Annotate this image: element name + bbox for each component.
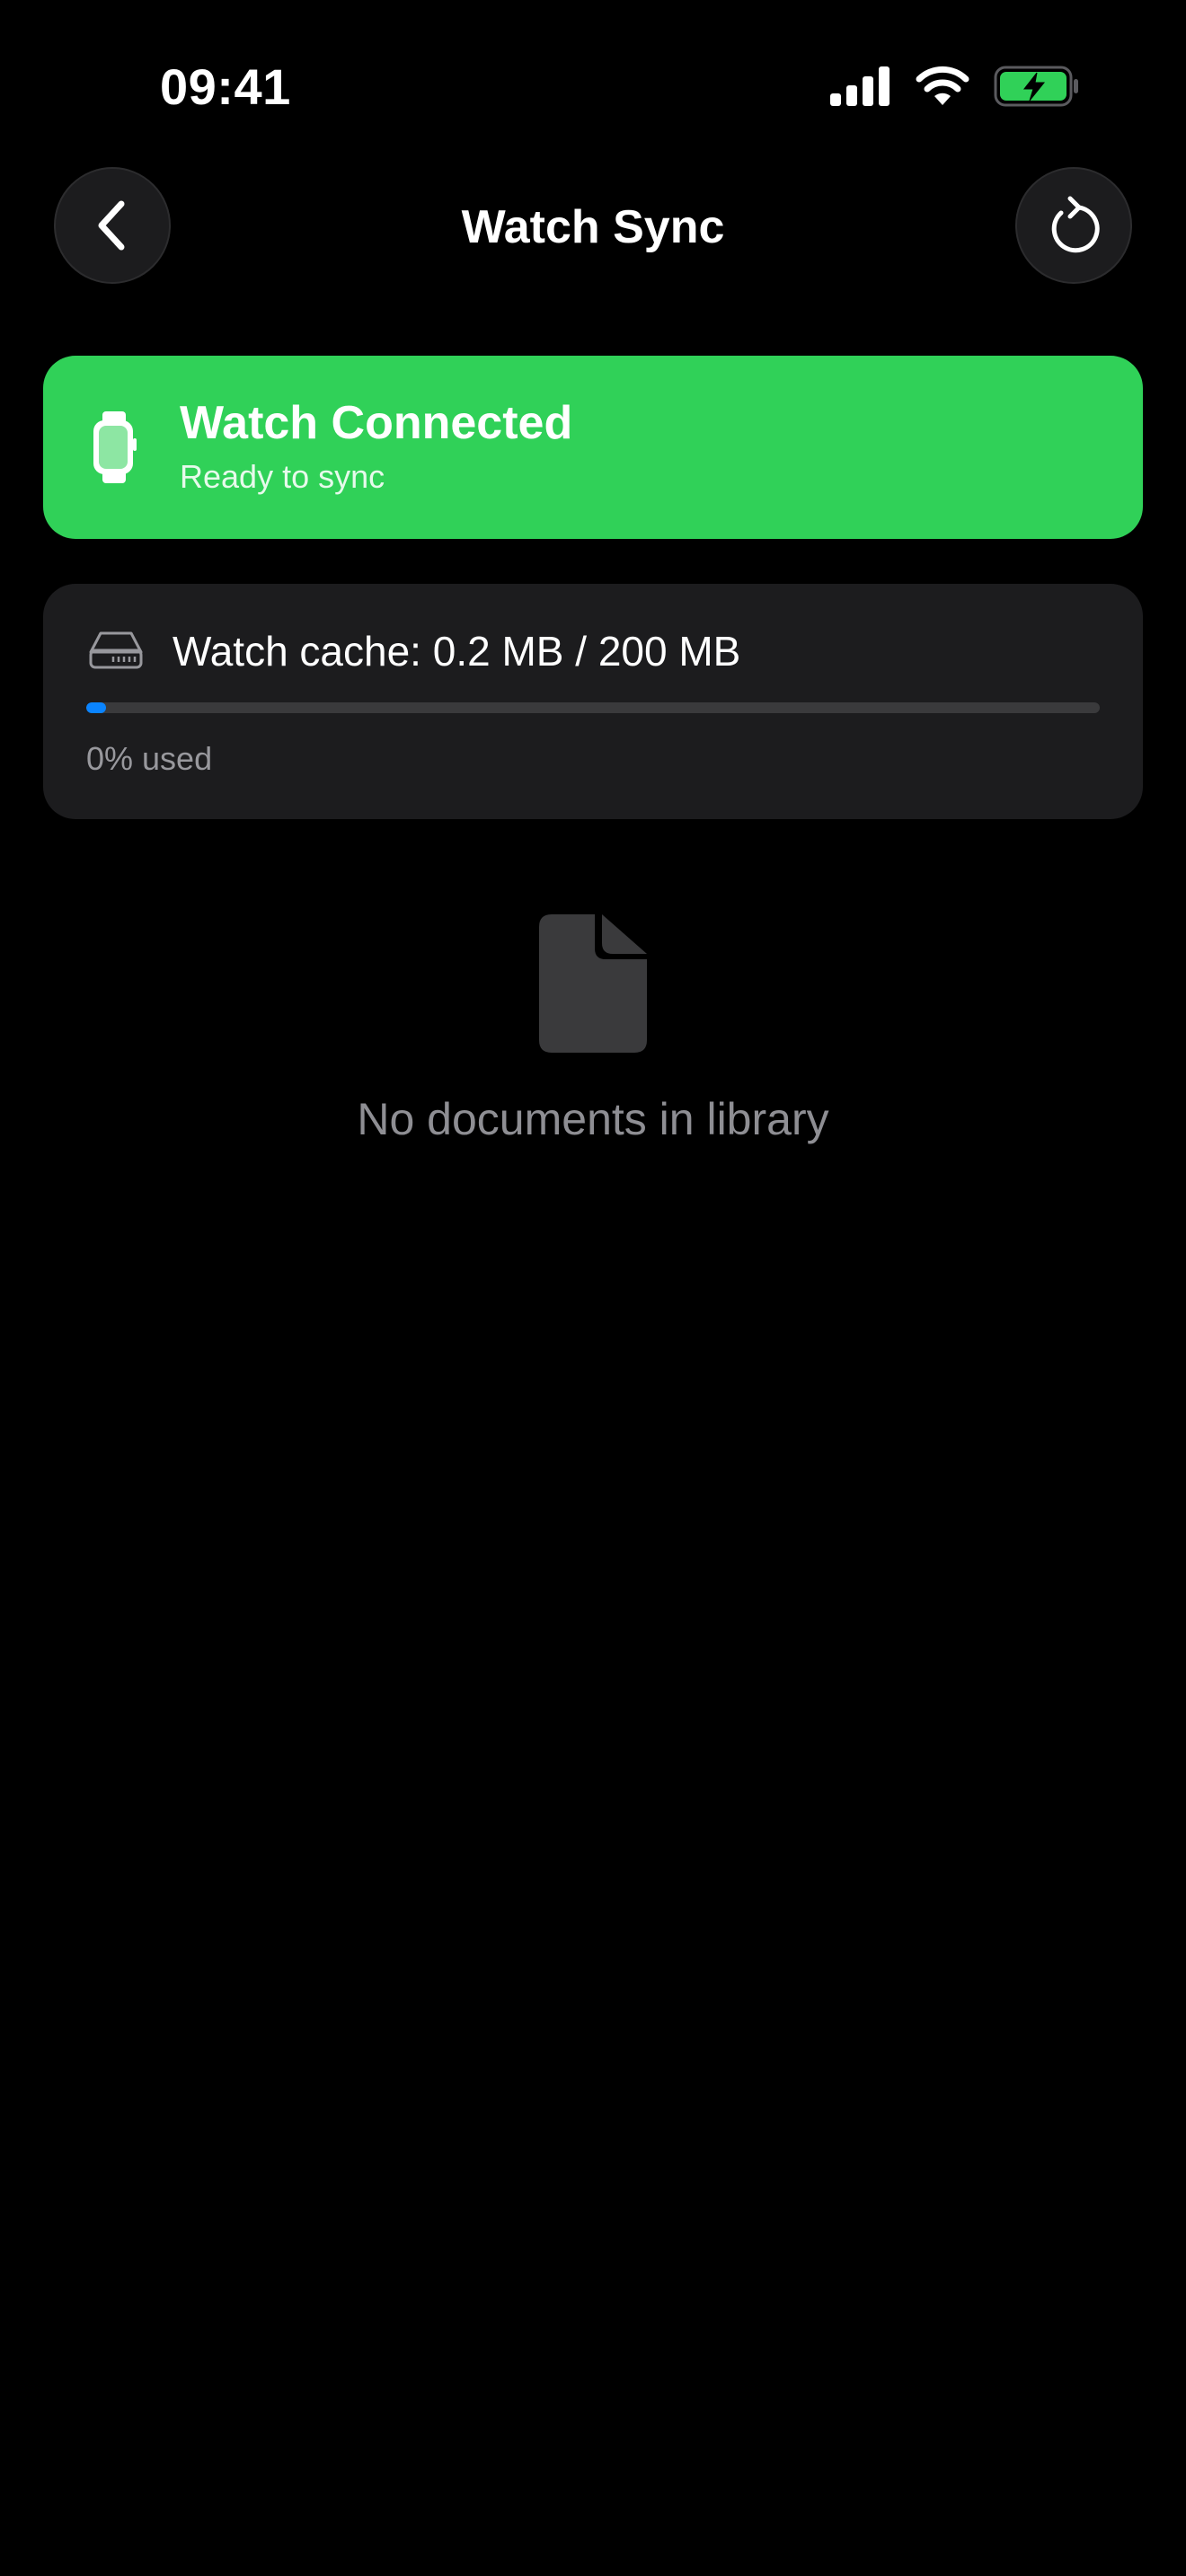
document-icon: [539, 914, 647, 1053]
status-icons: [830, 63, 1080, 110]
page-title: Watch Sync: [461, 201, 725, 253]
connection-title: Watch Connected: [180, 397, 573, 449]
wifi-icon: [916, 66, 969, 105]
cache-label: Watch cache: 0.2 MB / 200 MB: [173, 628, 741, 675]
status-time: 09:41: [160, 58, 291, 115]
status-bar: 09:41: [0, 0, 1186, 171]
cache-progress-fill: [86, 702, 106, 713]
empty-library-text: No documents in library: [357, 1094, 829, 1144]
watch-icon: [93, 411, 137, 483]
nav-bar: Watch Sync: [0, 167, 1186, 286]
internal-drive-icon: [89, 631, 143, 669]
cache-usage-text: 0% used: [86, 740, 213, 777]
battery-charging-icon: [994, 66, 1078, 107]
cache-progress-bar: [86, 702, 1100, 713]
refresh-icon: [1051, 196, 1100, 253]
refresh-button[interactable]: [1015, 167, 1132, 284]
connection-subtitle: Ready to sync: [180, 458, 385, 495]
connection-status-card: Watch Connected Ready to sync: [43, 356, 1143, 539]
cellular-signal-icon: [830, 66, 890, 106]
cache-usage-card: Watch cache: 0.2 MB / 200 MB 0% used: [43, 584, 1143, 819]
